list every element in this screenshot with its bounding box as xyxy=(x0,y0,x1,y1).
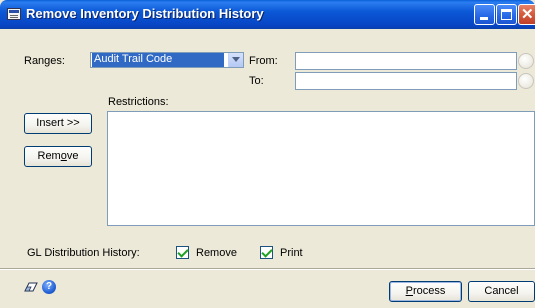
to-label: To: xyxy=(249,75,264,87)
to-field[interactable] xyxy=(295,72,517,90)
process-button-hotkey: P xyxy=(405,285,413,297)
from-field[interactable] xyxy=(295,52,517,70)
ranges-label: Ranges: xyxy=(24,55,65,67)
restrictions-label: Restrictions: xyxy=(108,96,169,108)
eraser-icon[interactable] xyxy=(24,282,38,292)
window-app-icon[interactable] xyxy=(7,8,21,20)
minimize-icon xyxy=(480,17,488,20)
remove-checkbox[interactable] xyxy=(176,246,189,259)
print-checkbox[interactable] xyxy=(260,246,273,259)
insert-button[interactable]: Insert >> xyxy=(24,113,92,134)
close-icon: ✕ xyxy=(521,6,534,23)
remove-button-label-end: ve xyxy=(66,150,79,162)
window-title: Remove Inventory Distribution History xyxy=(26,6,264,21)
maximize-icon xyxy=(501,9,512,20)
dialog-window: Remove Inventory Distribution History ✕ … xyxy=(0,0,535,308)
minimize-button[interactable] xyxy=(474,4,495,25)
from-label: From: xyxy=(249,55,278,67)
maximize-button[interactable] xyxy=(496,4,517,25)
remove-checkbox-label[interactable]: Remove xyxy=(196,247,237,259)
ranges-dropdown[interactable]: Audit Trail Code xyxy=(90,52,244,68)
process-button[interactable]: Process xyxy=(389,281,462,302)
print-checkbox-label[interactable]: Print xyxy=(280,247,303,259)
close-button[interactable]: ✕ xyxy=(518,4,535,25)
process-button-label: rocess xyxy=(412,285,446,297)
ranges-selected-value: Audit Trail Code xyxy=(92,53,224,67)
remove-button-label-start: Rem xyxy=(37,150,61,162)
help-icon[interactable]: ? xyxy=(42,280,56,294)
restrictions-list[interactable] xyxy=(107,111,535,226)
remove-button[interactable]: Remove xyxy=(24,146,92,167)
chevron-down-icon xyxy=(232,57,240,62)
dropdown-button[interactable] xyxy=(228,53,243,67)
cancel-button[interactable]: Cancel xyxy=(468,281,535,302)
to-lookup-button[interactable] xyxy=(518,73,534,89)
title-bar[interactable]: Remove Inventory Distribution History ✕ xyxy=(0,0,535,29)
gl-distribution-label: GL Distribution History: xyxy=(27,247,140,259)
from-lookup-button[interactable] xyxy=(518,53,534,69)
